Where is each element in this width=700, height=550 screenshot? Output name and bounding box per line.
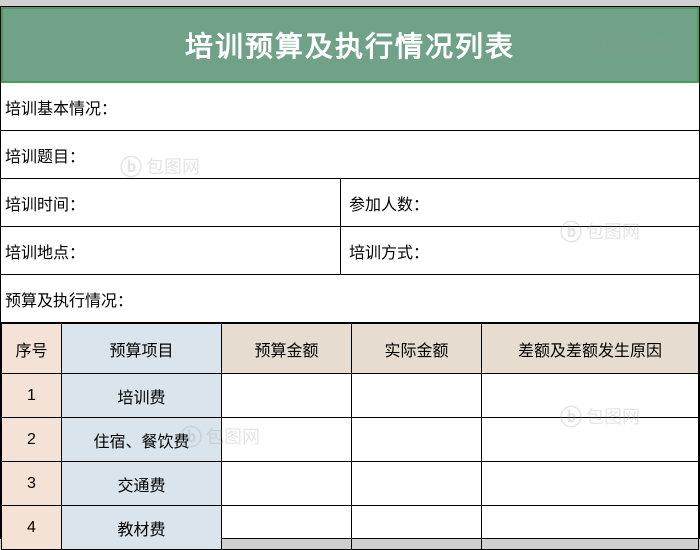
header-no: 序号 — [2, 324, 62, 374]
cell-budget[interactable] — [222, 418, 352, 462]
cell-item[interactable]: 住宿、餐饮费 — [62, 418, 222, 462]
cell-diff[interactable] — [482, 418, 699, 462]
cell-budget[interactable] — [222, 374, 352, 418]
header-diff: 差额及差额发生原因 — [482, 324, 699, 374]
title-bar: 培训预算及执行情况列表 — [1, 7, 699, 83]
cell-no[interactable]: 4 — [2, 506, 62, 550]
cell-no[interactable]: 2 — [2, 418, 62, 462]
header-item: 预算项目 — [62, 324, 222, 374]
spreadsheet-sheet: 培训预算及执行情况列表 培训基本情况： 培训题目： 培训时间： 参加人数： 培训… — [0, 6, 700, 539]
cell-item[interactable]: 培训费 — [62, 374, 222, 418]
document-title: 培训预算及执行情况列表 — [185, 25, 515, 65]
cell-budget[interactable] — [222, 506, 352, 550]
cell-actual[interactable] — [352, 462, 482, 506]
table-row: 2 住宿、餐饮费 — [2, 418, 699, 462]
table-row: 1 培训费 — [2, 374, 699, 418]
table-header-row: 序号 预算项目 预算金额 实际金额 差额及差额发生原因 — [2, 324, 699, 374]
cell-item[interactable]: 教材费 — [62, 506, 222, 550]
cell-budget[interactable] — [222, 462, 352, 506]
time-label: 培训时间： — [1, 179, 341, 226]
method-label: 培训方式： — [341, 227, 699, 274]
table-row: 3 交通费 — [2, 462, 699, 506]
budget-exec-label: 预算及执行情况： — [1, 287, 699, 311]
location-label: 培训地点： — [1, 227, 341, 274]
participants-label: 参加人数： — [341, 179, 699, 226]
cell-no[interactable]: 3 — [2, 462, 62, 506]
cell-actual[interactable] — [352, 418, 482, 462]
info-row-topic: 培训题目： — [1, 131, 699, 179]
info-row-basic: 培训基本情况： — [1, 83, 699, 131]
info-row-time-participants: 培训时间： 参加人数： — [1, 179, 699, 227]
info-row-location-method: 培训地点： 培训方式： — [1, 227, 699, 275]
cell-actual[interactable] — [352, 374, 482, 418]
header-budget: 预算金额 — [222, 324, 352, 374]
cell-actual[interactable] — [352, 506, 482, 550]
topic-label: 培训题目： — [1, 143, 699, 167]
cell-diff[interactable] — [482, 506, 699, 550]
cell-item[interactable]: 交通费 — [62, 462, 222, 506]
table-row: 4 教材费 — [2, 506, 699, 550]
cell-no[interactable]: 1 — [2, 374, 62, 418]
basic-info-label: 培训基本情况： — [1, 95, 699, 119]
cell-diff[interactable] — [482, 374, 699, 418]
info-row-budget-exec: 预算及执行情况： — [1, 275, 699, 323]
header-actual: 实际金额 — [352, 324, 482, 374]
cell-diff[interactable] — [482, 462, 699, 506]
budget-table: 序号 预算项目 预算金额 实际金额 差额及差额发生原因 1 培训费 2 住宿、餐… — [1, 323, 699, 550]
